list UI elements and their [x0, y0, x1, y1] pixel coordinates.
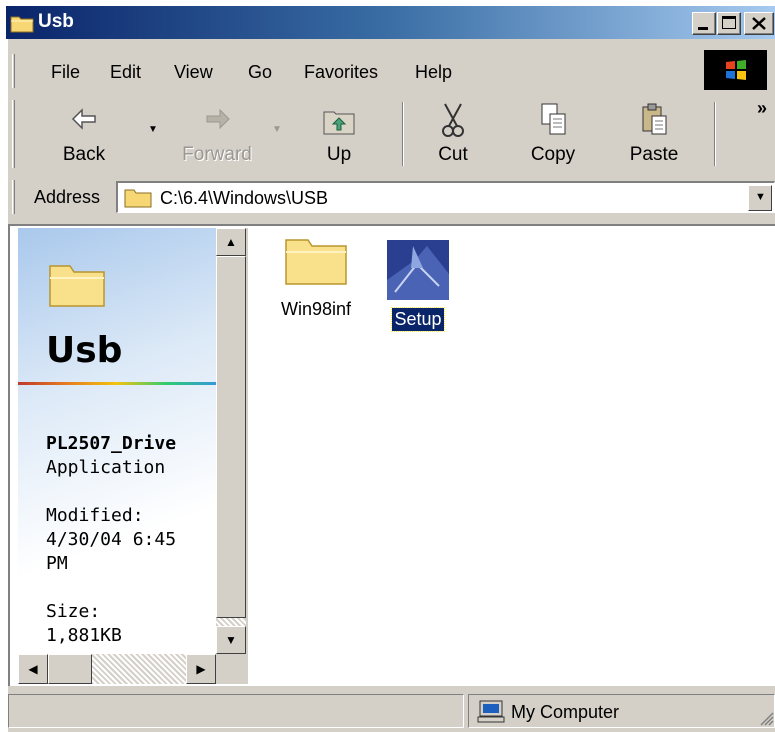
forward-label: Forward [182, 144, 252, 165]
paste-button[interactable]: Paste [614, 96, 694, 172]
toolbar-grip[interactable] [12, 100, 15, 168]
back-arrow-icon [71, 108, 96, 130]
toolbar-separator-2 [714, 102, 716, 166]
close-icon [752, 17, 766, 30]
address-dropdown-button[interactable]: ▼ [748, 185, 772, 211]
paste-label: Paste [629, 144, 679, 165]
address-bar: Address C:\6.4\Windows\USB ▼ [8, 176, 775, 218]
folder-icon [10, 16, 34, 33]
setup-app-icon [387, 240, 449, 300]
status-zone-label: My Computer [511, 702, 620, 722]
window-title: Usb [38, 11, 74, 32]
chevron-down-icon: ▼ [755, 191, 766, 203]
copy-label: Copy [530, 144, 576, 165]
scroll-right-button[interactable]: ▶ [186, 654, 216, 684]
horizontal-scrollbar-thumb[interactable] [48, 654, 92, 684]
size-value: 1,881KB [46, 625, 122, 646]
windows-flag-icon [726, 60, 746, 80]
forward-dropdown-icon[interactable]: ▼ [272, 124, 282, 135]
menu-file[interactable]: File [51, 62, 80, 83]
back-label: Back [62, 144, 106, 165]
scrollbar-thumb[interactable] [216, 256, 246, 618]
file-item-setup[interactable]: Setup [376, 240, 460, 332]
back-button[interactable]: Back [44, 96, 124, 172]
status-bar: My Computer [8, 690, 775, 732]
modified-date: 4/30/04 6:45 [46, 529, 177, 550]
address-input[interactable]: C:\6.4\Windows\USB ▼ [116, 181, 775, 213]
resize-grip-icon[interactable] [758, 710, 774, 726]
windows-logo [704, 50, 767, 90]
scroll-down-button[interactable]: ▼ [216, 626, 246, 654]
address-path: C:\6.4\Windows\USB [160, 188, 329, 208]
menu-favorites[interactable]: Favorites [304, 62, 378, 83]
toolbar-overflow-button[interactable]: » [757, 98, 767, 119]
address-label: Address [34, 187, 101, 207]
menu-go[interactable]: Go [248, 62, 272, 83]
title-divider [18, 382, 216, 385]
selected-file-type: Application [46, 457, 166, 478]
status-message-cell [8, 694, 464, 728]
standard-toolbar: Back ▼ Forward ▼ Up Cut Copy Paste » [8, 96, 775, 172]
forward-arrow-icon [206, 108, 230, 130]
up-button[interactable]: Up [304, 96, 374, 172]
cut-label: Cut [438, 144, 468, 165]
forward-button[interactable]: Forward [172, 96, 262, 172]
folder-icon [124, 189, 152, 208]
close-button[interactable] [744, 12, 774, 35]
my-computer-icon [477, 700, 505, 723]
scroll-up-button[interactable]: ▲ [216, 228, 246, 256]
scroll-left-button[interactable]: ◀ [18, 654, 48, 684]
file-item-win98inf[interactable]: Win98inf [266, 232, 366, 321]
info-pane-horizontal-scrollbar[interactable]: ◀ ▶ [18, 654, 216, 684]
minimize-icon [698, 27, 708, 30]
back-dropdown-icon[interactable]: ▼ [148, 124, 158, 135]
minimize-button[interactable] [692, 12, 716, 35]
folder-icon [285, 239, 347, 285]
up-folder-icon [323, 111, 355, 135]
up-label: Up [326, 144, 352, 165]
size-label: Size: [46, 601, 101, 622]
scrollbar-corner [216, 654, 246, 684]
modified-label: Modified: [46, 505, 144, 526]
folder-info-pane: Usb PL2507_Drive Application Modified: 4… [18, 228, 246, 684]
maximize-button[interactable] [717, 12, 741, 35]
large-folder-icon [49, 265, 105, 307]
folder-title: Usb [46, 330, 123, 371]
toolbar-separator [402, 102, 404, 166]
title-bar[interactable]: Usb [6, 6, 775, 39]
scissors-icon [442, 103, 464, 137]
maximize-icon [722, 16, 736, 29]
file-label-setup: Setup [391, 307, 445, 332]
selected-file-name: PL2507_Drive [46, 433, 177, 454]
copy-button[interactable]: Copy [516, 96, 590, 172]
menu-view[interactable]: View [174, 62, 213, 83]
cut-button[interactable]: Cut [418, 96, 488, 172]
status-zone-cell: My Computer [468, 694, 775, 728]
pane-divider[interactable] [246, 228, 248, 684]
modified-ampm: PM [46, 553, 68, 574]
menu-bar: File Edit View Go Favorites Help [8, 50, 775, 92]
paste-icon [642, 103, 667, 135]
menu-help[interactable]: Help [415, 62, 452, 83]
info-pane-vertical-scrollbar[interactable]: ▲ ▼ [216, 228, 246, 654]
menu-edit[interactable]: Edit [110, 62, 141, 83]
menubar-grip[interactable] [12, 54, 15, 88]
copy-icon [541, 103, 566, 135]
addressbar-grip[interactable] [12, 180, 15, 214]
file-label-win98inf: Win98inf [280, 299, 352, 319]
